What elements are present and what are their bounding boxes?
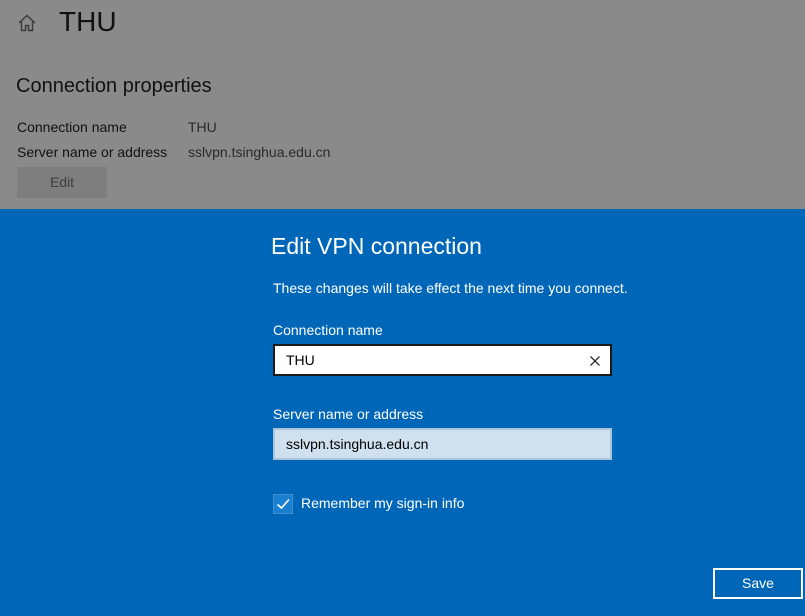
- home-icon[interactable]: [16, 12, 38, 34]
- server-address-input[interactable]: [273, 428, 612, 460]
- connection-name-value: THU: [188, 119, 217, 135]
- edit-button[interactable]: Edit: [17, 167, 107, 198]
- check-icon: [276, 498, 290, 510]
- remember-signin-checkbox[interactable]: [273, 494, 293, 514]
- remember-signin-label[interactable]: Remember my sign-in info: [301, 494, 464, 513]
- connection-name-input[interactable]: [273, 344, 612, 376]
- save-button[interactable]: Save: [713, 568, 803, 599]
- section-title: Connection properties: [16, 75, 212, 97]
- connection-name-label: Connection name: [17, 119, 127, 135]
- close-icon[interactable]: [586, 352, 604, 370]
- server-address-label: Server name or address: [17, 144, 168, 160]
- server-address-field-label: Server name or address: [273, 406, 424, 422]
- connection-properties-page: THU Connection properties Connection nam…: [0, 0, 805, 208]
- settings-window: THU Connection properties Connection nam…: [0, 0, 805, 616]
- dialog-description: These changes will take effect the next …: [273, 280, 628, 296]
- edit-vpn-dialog: Edit VPN connection These changes will t…: [0, 209, 805, 616]
- dialog-title: Edit VPN connection: [271, 233, 482, 259]
- page-title: THU: [59, 6, 117, 37]
- server-address-value: sslvpn.tsinghua.edu.cn: [188, 144, 331, 160]
- connection-name-field-label: Connection name: [273, 322, 383, 338]
